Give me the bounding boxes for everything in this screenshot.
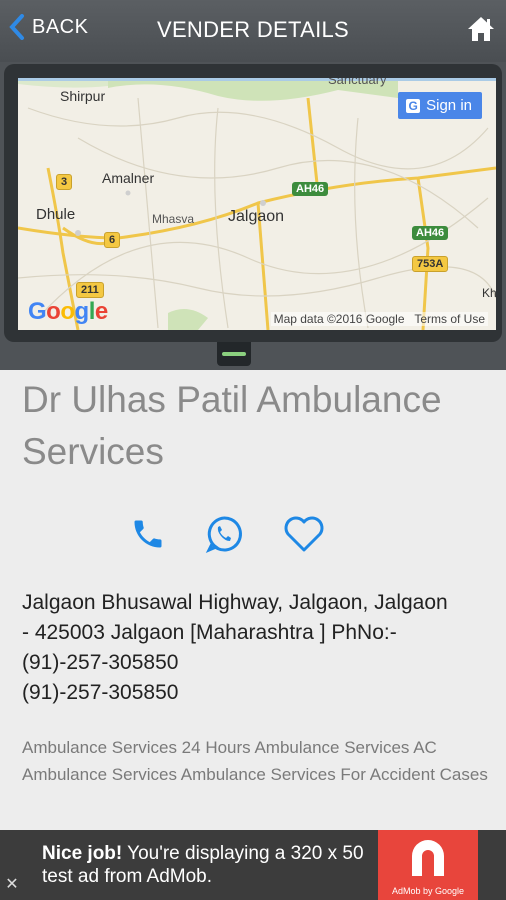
ad-byline: AdMob by Google <box>391 886 465 896</box>
google-map[interactable]: Sanctuary Shirpur Amalner Dhule Mhasva J… <box>18 78 496 330</box>
google-logo: Google <box>28 298 108 325</box>
home-icon <box>468 17 494 41</box>
vendor-services: Ambulance Services 24 Hours Ambulance Se… <box>22 738 488 784</box>
signin-label: Sign in <box>426 97 472 114</box>
ad-headline: Nice job! <box>42 843 123 864</box>
map-label-mhasva: Mhasva <box>152 212 195 226</box>
action-bar <box>130 514 364 559</box>
map-label-sanctuary: Sanctuary <box>328 78 387 87</box>
ad-banner[interactable]: Nice job! You're displaying a 320 x 50 t… <box>0 830 506 900</box>
vendor-details: Dr Ulhas Patil Ambulance Services Jalgao… <box>0 370 506 830</box>
map-section: Sanctuary Shirpur Amalner Dhule Mhasva J… <box>0 62 506 370</box>
map-label-amalner: Amalner <box>102 170 155 186</box>
whatsapp-button[interactable] <box>204 514 244 559</box>
road-shield-ah46-b: AH46 <box>412 226 449 240</box>
vendor-name: Dr Ulhas Patil Ambulance Services <box>22 379 442 472</box>
page-title: VENDER DETAILS <box>156 17 350 42</box>
home-button[interactable] <box>466 14 496 49</box>
road-shield-211: 211 <box>76 282 104 298</box>
road-shield-ah46-a: AH46 <box>292 182 329 196</box>
road-shield-6: 6 <box>104 232 121 248</box>
road-shield-3: 3 <box>56 174 73 190</box>
ad-text: Nice job! You're displaying a 320 x 50 t… <box>42 842 378 888</box>
map-data-text: Map data ©2016 Google <box>273 312 405 326</box>
admob-icon <box>412 840 444 876</box>
phone-number-2[interactable]: (91)-257-305850 <box>22 678 492 708</box>
ad-close-button[interactable]: ✕ <box>0 842 24 900</box>
whatsapp-icon <box>205 516 242 553</box>
map-drag-handle[interactable] <box>217 342 251 366</box>
address-line-2: - 425003 Jalgaon [Maharashtra ] PhNo:- <box>22 621 397 644</box>
road-shield-753a: 753A <box>412 256 449 272</box>
app-header: BACK VENDER DETAILS <box>0 0 506 62</box>
google-g-icon: G <box>406 98 421 113</box>
map-attribution: Map data ©2016 Google Terms of Use <box>270 312 488 326</box>
map-frame: Sanctuary Shirpur Amalner Dhule Mhasva J… <box>4 64 502 342</box>
favorite-button[interactable] <box>282 514 326 559</box>
map-label-kh: Kh <box>482 286 496 300</box>
map-signin-button[interactable]: G Sign in <box>398 92 482 119</box>
address-line-1: Jalgaon Bhusawal Highway, Jalgaon, Jalga… <box>22 591 448 614</box>
phone-number-1[interactable]: (91)-257-305850 <box>22 648 492 678</box>
vendor-address: Jalgaon Bhusawal Highway, Jalgaon, Jalga… <box>22 588 492 708</box>
admob-logo: AdMob by Google <box>378 830 478 900</box>
terms-of-use-link[interactable]: Terms of Use <box>414 312 485 326</box>
map-label-dhule: Dhule <box>36 206 76 223</box>
map-label-jalgaon: Jalgaon <box>228 208 285 225</box>
map-label-shirpur: Shirpur <box>60 88 106 104</box>
heart-icon <box>284 516 324 552</box>
call-button[interactable] <box>130 516 166 557</box>
phone-icon <box>134 520 162 548</box>
